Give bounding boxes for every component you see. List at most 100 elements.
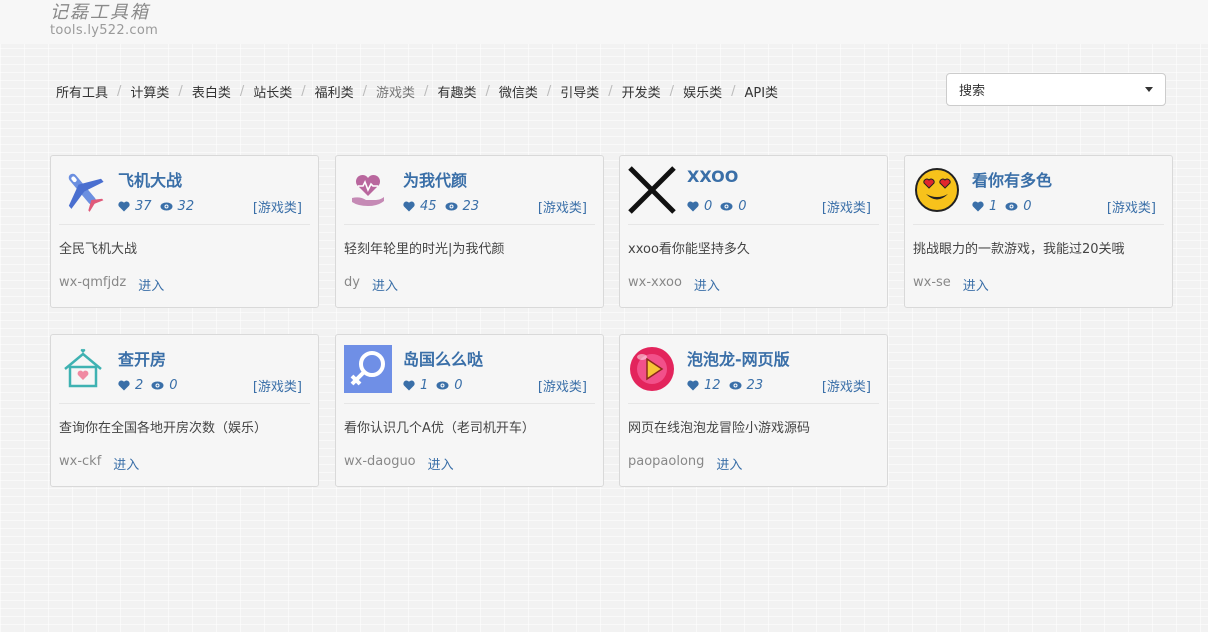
like-count: 12 [704,377,721,393]
nav-item-wechat[interactable]: 微信类 [499,82,538,101]
nav-item-welfare[interactable]: 福利类 [315,82,354,101]
nav-separator: / [117,84,122,99]
card-divider [344,224,595,225]
female-symbol-icon [344,345,392,393]
card-title[interactable]: 岛国么么哒 [403,346,483,370]
card-stats: 2 0 [游戏类] [118,376,302,395]
card-title[interactable]: 查开房 [118,346,166,370]
card-description: 看你认识几个A优（老司机开车） [344,421,535,436]
enter-link[interactable]: 进入 [963,275,989,294]
card-divider [913,224,1164,225]
play-button-icon [628,345,676,393]
tool-card[interactable]: 泡泡龙-网页版 12 23 [游戏类] 网页在线泡泡龙冒险小游戏源码 paopa… [619,334,888,487]
nav-item-api[interactable]: API类 [744,82,778,101]
eye-icon [720,202,733,211]
category-tag[interactable]: [游戏类] [538,197,587,216]
nav-item-calc[interactable]: 计算类 [130,82,169,101]
enter-link[interactable]: 进入 [372,275,398,294]
x-mark-icon [628,166,676,214]
card-description: 查询你在全国各地开房次数（娱乐） [59,421,268,436]
heart-icon [403,380,415,391]
card-stats: 37 32 [游戏类] [118,197,302,216]
card-title[interactable]: 飞机大战 [118,167,182,191]
nav-item-games[interactable]: 游戏类 [376,82,415,101]
nav-row: 所有工具 / 计算类 / 表白类 / 站长类 / 福利类 / 游戏类 / 有趣类 / 微信类 /… [56,72,1166,108]
nav-separator: / [239,84,245,99]
like-count: 37 [135,198,152,214]
heart-hand-icon [344,166,392,214]
tool-card[interactable]: XXOO 0 0 [游戏类] xxoo看你能坚持多久 wx-xxoo 进入 [619,155,888,308]
card-divider [344,403,595,404]
category-tag[interactable]: [游戏类] [253,197,302,216]
view-count: 0 [738,198,747,214]
card-title[interactable]: XXOO [687,167,738,186]
card-code: wx-ckf [59,454,102,469]
card-stats: 0 0 [游戏类] [687,197,871,216]
enter-link[interactable]: 进入 [694,275,720,294]
card-stats: 12 23 [游戏类] [687,376,871,395]
view-count: 23 [746,377,764,393]
heart-icon [403,201,415,212]
logo-chinese: 记磊工具箱 [50,2,150,23]
card-stats: 1 0 [游戏类] [972,197,1156,216]
nav-separator: / [178,84,183,99]
nav-item-dev[interactable]: 开发类 [622,82,661,101]
heart-icon [118,380,130,391]
heart-icon [972,201,984,212]
nav-item-guide[interactable]: 引导类 [560,82,599,101]
eye-icon [1005,202,1018,211]
category-tag[interactable]: [游戏类] [822,197,871,216]
enter-link[interactable]: 进入 [716,454,742,473]
eye-icon [445,202,458,211]
nav-item-confession[interactable]: 表白类 [192,82,231,101]
card-stats: 1 0 [游戏类] [403,376,587,395]
tool-card[interactable]: 飞机大战 37 32 [游戏类] 全民飞机大战 wx-qmfjdz 进入 [50,155,319,308]
search-select[interactable]: 搜索 [946,73,1166,106]
nav-separator: / [546,84,552,99]
view-count: 32 [177,198,195,214]
card-divider [628,403,879,404]
tool-card[interactable]: 看你有多色 1 0 [游戏类] 挑战眼力的一款游戏，我能过20关哦 wx-se … [904,155,1173,308]
heart-icon [118,201,130,212]
tool-card[interactable]: 岛国么么哒 1 0 [游戏类] 看你认识几个A优（老司机开车） wx-daogu… [335,334,604,487]
card-footer: wx-daoguo 进入 [344,454,454,473]
nav-item-fun[interactable]: 有趣类 [437,82,476,101]
logo-domain: tools.ly522.com [50,23,159,38]
card-title[interactable]: 泡泡龙-网页版 [687,346,790,370]
heart-eyes-emoji-icon [913,166,961,214]
view-count: 0 [1023,198,1032,214]
card-title[interactable]: 为我代颜 [403,167,467,191]
tool-card[interactable]: 为我代颜 45 23 [游戏类] 轻刻年轮里的时光|为我代颜 dy 进入 [335,155,604,308]
card-divider [59,403,310,404]
airplane-icon [59,166,107,214]
card-divider [59,224,310,225]
eye-icon [160,202,173,211]
nav-separator: / [485,84,490,99]
card-description: xxoo看你能坚持多久 [628,242,750,257]
card-footer: wx-ckf 进入 [59,454,139,473]
house-heart-icon [59,345,107,393]
nav-item-webmaster[interactable]: 站长类 [253,82,292,101]
nav-item-entertainment[interactable]: 娱乐类 [683,82,722,101]
enter-link[interactable]: 进入 [113,454,139,473]
enter-link[interactable]: 进入 [428,454,454,473]
category-tag[interactable]: [游戏类] [538,376,587,395]
card-title[interactable]: 看你有多色 [972,167,1052,191]
enter-link[interactable]: 进入 [138,275,164,294]
tool-card[interactable]: 查开房 2 0 [游戏类] 查询你在全国各地开房次数（娱乐） wx-ckf 进入 [50,334,319,487]
eye-icon [436,381,449,390]
card-footer: wx-qmfjdz 进入 [59,275,164,294]
site-logo[interactable]: 记磊工具箱 tools.ly522.com [50,2,158,38]
heart-icon [687,201,699,212]
top-bar: 记磊工具箱 tools.ly522.com [0,0,1208,44]
view-count: 0 [454,377,463,393]
category-tag[interactable]: [游戏类] [1107,197,1156,216]
card-description: 挑战眼力的一款游戏，我能过20关哦 [913,242,1125,257]
card-code: dy [344,275,360,290]
card-stats: 45 23 [游戏类] [403,197,587,216]
nav-item-all[interactable]: 所有工具 [56,82,108,101]
category-tag[interactable]: [游戏类] [822,376,871,395]
category-tag[interactable]: [游戏类] [253,376,302,395]
like-count: 1 [420,377,429,393]
search-select-value: 搜索 [959,84,986,99]
